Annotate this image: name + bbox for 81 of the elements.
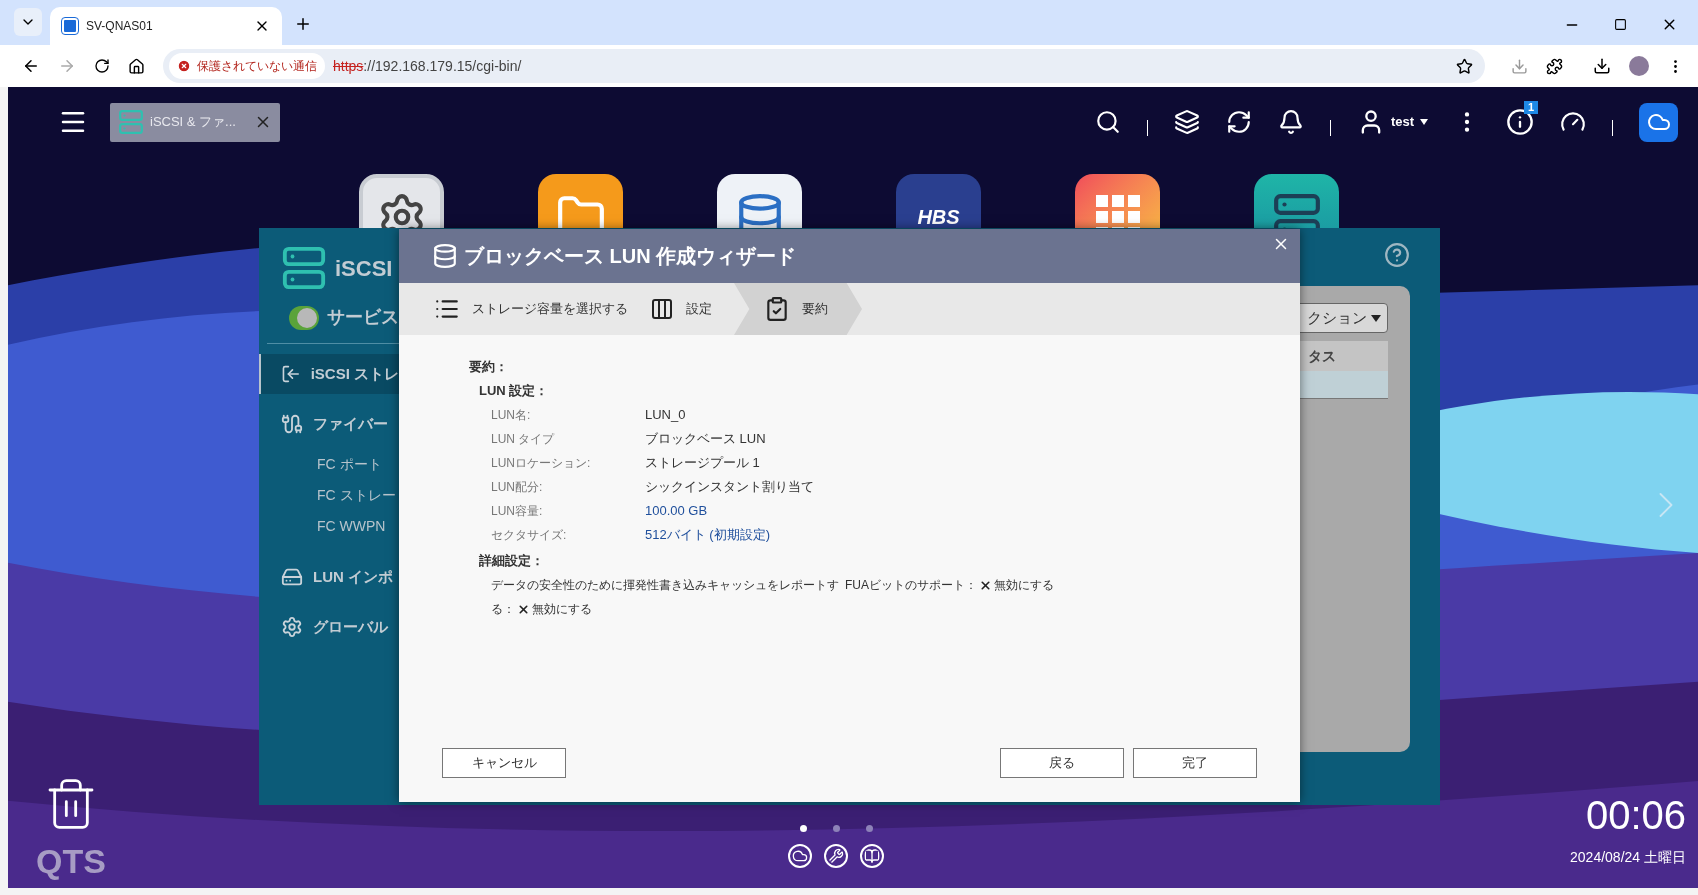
field-value: 100.00 GB [645, 502, 708, 521]
field-value: ブロックベース LUN [645, 430, 766, 449]
cross-icon [517, 603, 530, 617]
search-icon[interactable] [1094, 109, 1121, 135]
avatar[interactable] [1629, 56, 1649, 76]
field-label: LUNロケーション: [491, 455, 592, 472]
cross-icon [979, 579, 992, 593]
server-icon [118, 109, 144, 135]
notification-badge: 1 [1524, 101, 1539, 114]
bell-icon[interactable] [1277, 109, 1304, 135]
extensions-icon[interactable] [1546, 57, 1563, 75]
section-heading: 詳細設定： [479, 552, 545, 570]
port-icon [281, 413, 303, 435]
sync-icon[interactable] [1225, 109, 1252, 135]
url-text: https://192.168.179.15/cgi-bin/ [333, 56, 522, 76]
book-icon[interactable] [860, 844, 884, 868]
user-menu[interactable]: test [1356, 108, 1428, 136]
new-tab-icon[interactable] [294, 15, 312, 33]
wizard-step[interactable]: 要約 [734, 283, 862, 335]
finish-button[interactable]: 完了 [1133, 748, 1257, 778]
date: 2024/08/24 土曜日 [1570, 848, 1686, 867]
wrench-icon[interactable] [824, 844, 848, 868]
bookmark-icon[interactable] [1456, 57, 1473, 75]
download-icon[interactable] [1593, 57, 1611, 75]
setting-text: FUAビットのサポート： 無効にする [845, 577, 1054, 595]
security-label: 保護されていない通信 [197, 58, 317, 75]
back-button[interactable]: 戻る [1000, 748, 1124, 778]
columns-icon [650, 297, 674, 321]
logo: QTS [36, 844, 106, 878]
nav-subitem[interactable]: FC ストレー [259, 485, 399, 516]
service-toggle[interactable] [289, 305, 319, 330]
arrow-icon [281, 363, 301, 385]
field-value: LUN_0 [645, 406, 686, 425]
warning-icon [177, 59, 191, 73]
field-value: シックインスタント割り当て [645, 478, 814, 497]
nav-subitem[interactable]: FC ポート [259, 454, 399, 485]
column-header: タス [1308, 346, 1336, 366]
address-field[interactable]: 保護されていない通信 https://192.168.179.15/cgi-bin/ [163, 49, 1485, 83]
nav-item[interactable]: LUN インポ [259, 557, 399, 597]
nav-item[interactable]: グローバル [259, 607, 399, 647]
caret-icon [1420, 119, 1428, 125]
clipboard-icon [764, 296, 790, 322]
nav-item[interactable]: iSCSI ストレ [259, 354, 399, 394]
cloud-icon[interactable] [788, 844, 812, 868]
field-value: 512バイト (初期設定) [645, 526, 770, 545]
back-icon[interactable] [22, 57, 40, 75]
field-label: LUN タイプ [491, 431, 556, 448]
database-icon [432, 243, 458, 269]
help-icon[interactable] [1384, 242, 1410, 268]
tab-title: SV-QNAS01 [86, 18, 154, 35]
maximize-icon[interactable] [1614, 18, 1627, 31]
home-icon[interactable] [128, 57, 145, 75]
wizard-step[interactable]: ストレージ容量を選択する [434, 283, 650, 335]
window-title: iSCSI [335, 254, 393, 283]
service-label: サービス [327, 306, 399, 329]
favicon-icon [62, 18, 78, 34]
field-value: ストレージプール 1 [645, 454, 760, 473]
security-chip[interactable]: 保護されていない通信 [169, 53, 325, 79]
stack-icon[interactable] [1173, 109, 1200, 135]
dialog-title: ブロックベース LUN 作成ウィザード [464, 244, 798, 269]
cancel-button[interactable]: キャンセル [442, 748, 566, 778]
nav-subitem[interactable]: FC WWPN [259, 516, 399, 547]
field-label: LUN容量: [491, 503, 544, 520]
setting-text: データの安全性のために揮発性書き込みキャッシュをレポートする： 無効にする [491, 577, 839, 619]
cloud-button[interactable] [1639, 102, 1678, 142]
wizard-step[interactable]: 設定 [650, 283, 734, 335]
summary-heading: 要約： [469, 358, 509, 376]
clock: 00:06 [1585, 795, 1686, 835]
settings-icon [281, 616, 303, 638]
extension-icon[interactable] [1511, 57, 1528, 75]
field-label: LUN配分: [491, 479, 544, 496]
backup-app-icon[interactable]: HBS [896, 174, 981, 228]
tab-list-button[interactable] [14, 8, 42, 36]
reload-icon[interactable] [94, 58, 110, 74]
section-heading: LUN 設定： [479, 382, 550, 400]
field-label: セクタサイズ: [491, 527, 568, 544]
server-icon [281, 245, 327, 291]
caret-icon [1371, 314, 1381, 322]
browser-tab[interactable]: SV-QNAS01 [50, 7, 282, 45]
field-label: LUN名: [491, 407, 532, 424]
nav-item[interactable]: ファイバー [259, 404, 399, 444]
